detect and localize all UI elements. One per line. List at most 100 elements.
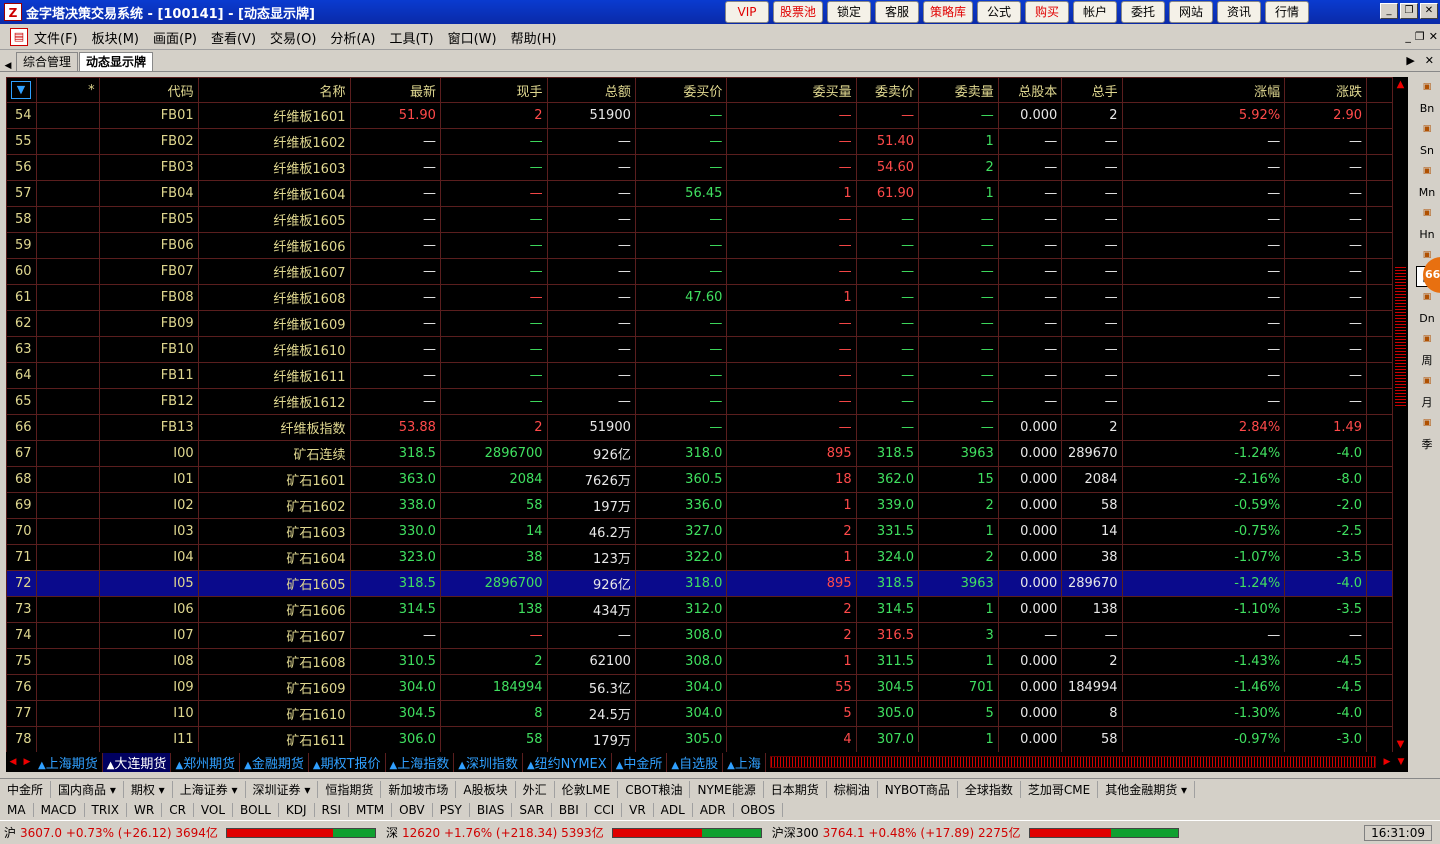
group-tab-0[interactable]: ▲上海期货 xyxy=(34,752,103,772)
table-row[interactable]: 59 FB06 纤维板1606— — — — — — — — — — — xyxy=(6,232,1393,259)
indicator-mtm[interactable]: MTM xyxy=(349,803,393,817)
column-header-6[interactable]: 委买价 xyxy=(634,77,728,103)
table-row[interactable]: 68 I01 矿石1601 363.0 2084 7626万 360.5 18 362.0 15 0… xyxy=(6,466,1393,493)
market-tab-12[interactable]: 日本期货 xyxy=(764,780,827,798)
group-tab-8[interactable]: ▲中金所 xyxy=(612,752,668,772)
table-row[interactable]: 74 I07 矿石1607— — —308.0 2 316.5 3— — — — xyxy=(6,622,1393,649)
indicator-sar[interactable]: SAR xyxy=(512,803,552,817)
chart-type-icon-6[interactable]: ▣ xyxy=(1416,329,1438,350)
top-button-10[interactable]: 资讯 xyxy=(1217,1,1262,23)
sh-index[interactable]: 沪 3607.0 +0.73% (+26.12) 3694亿 xyxy=(0,824,376,841)
column-header-9[interactable]: 委卖量 xyxy=(918,77,999,103)
hs300-index[interactable]: 沪深300 3764.1 +0.48% (+17.89) 2275亿 xyxy=(768,824,1179,841)
group-tab-4[interactable]: ▲期权T报价 xyxy=(309,752,386,772)
indicator-rsi[interactable]: RSI xyxy=(315,803,350,817)
indicator-vr[interactable]: VR xyxy=(622,803,654,817)
mdi-close-icon[interactable]: ✕ xyxy=(1429,30,1438,43)
tab-scroll-left-icon[interactable]: ◀ xyxy=(0,61,16,71)
table-row[interactable]: 70 I03 矿石1603 330.0 14 46.2万 327.0 2 331.5 1 0.000… xyxy=(6,518,1393,545)
period-button-7[interactable]: 月 xyxy=(1416,392,1438,413)
table-row[interactable]: 76 I09 矿石1609 304.0 184994 56.3亿 304.0 55 304.5 7… xyxy=(6,674,1393,701)
mdi-minimize-icon[interactable]: _ xyxy=(1405,30,1411,43)
market-tab-17[interactable]: 其他金融期货 ▾ xyxy=(1098,780,1196,798)
market-tab-16[interactable]: 芝加哥CME xyxy=(1021,780,1099,798)
group-tab-1[interactable]: ▲大连期货 xyxy=(102,752,172,772)
menu-item-0[interactable]: 文件(F) xyxy=(34,28,78,47)
restore-button[interactable]: ❐ xyxy=(1400,3,1418,19)
table-row[interactable]: 72 I05 矿石1605 318.5 2896700 926亿 318.0 895 318.5… xyxy=(6,570,1393,597)
market-tab-0[interactable]: 中金所 xyxy=(0,780,52,798)
column-header-8[interactable]: 委卖价 xyxy=(855,77,920,103)
hscroll-right-icon[interactable]: ▶ xyxy=(1380,757,1394,767)
top-button-9[interactable]: 网站 xyxy=(1169,1,1214,23)
top-button-6[interactable]: 购买 xyxy=(1025,1,1070,23)
indicator-boll[interactable]: BOLL xyxy=(233,803,279,817)
group-tab-2[interactable]: ▲郑州期货 xyxy=(171,752,241,772)
hscroll-down-icon[interactable]: ▼ xyxy=(1394,757,1408,767)
top-button-0[interactable]: VIP xyxy=(725,1,769,23)
menu-item-1[interactable]: 板块(M) xyxy=(92,28,139,47)
market-tab-1[interactable]: 国内商品 ▾ xyxy=(51,780,124,798)
chart-type-icon-0[interactable]: ▣ xyxy=(1416,77,1438,98)
scroll-up-icon[interactable]: ▲ xyxy=(1393,77,1408,92)
market-tab-3[interactable]: 上海证券 ▾ xyxy=(173,780,246,798)
table-row[interactable]: 58 FB05 纤维板1605— — — — — — — — — — — xyxy=(6,206,1393,233)
group-scroll-left-icon[interactable]: ◀ xyxy=(6,757,20,767)
top-button-1[interactable]: 股票池 xyxy=(773,1,824,23)
table-row[interactable]: 75 I08 矿石1608 310.5 2 62100 308.0 1 311.5 1 0.000 2… xyxy=(6,648,1393,675)
close-button[interactable]: ✕ xyxy=(1420,3,1438,19)
menu-item-6[interactable]: 工具(T) xyxy=(389,28,433,47)
indicator-bias[interactable]: BIAS xyxy=(470,803,513,817)
table-row[interactable]: 63 FB10 纤维板1610— — — — — — — — — — — xyxy=(6,336,1393,363)
market-tab-9[interactable]: 伦敦LME xyxy=(555,780,619,798)
column-header-7[interactable]: 委买量 xyxy=(726,77,857,103)
horizontal-scrollbar[interactable] xyxy=(769,756,1376,768)
table-row[interactable]: 64 FB11 纤维板1611— — — — — — — — — — — xyxy=(6,362,1393,389)
indicator-obos[interactable]: OBOS xyxy=(734,803,784,817)
tab-1[interactable]: 动态显示牌 xyxy=(79,52,154,71)
period-button-1[interactable]: Sn xyxy=(1416,140,1438,161)
market-tab-13[interactable]: 棕榈油 xyxy=(827,780,878,798)
tab-close-icon[interactable]: ✕ xyxy=(1425,54,1434,67)
menu-item-8[interactable]: 帮助(H) xyxy=(511,28,557,47)
market-tab-4[interactable]: 深圳证券 ▾ xyxy=(246,780,319,798)
group-tab-10[interactable]: ▲上海 xyxy=(723,752,766,772)
indicator-adl[interactable]: ADL xyxy=(654,803,693,817)
indicator-psy[interactable]: PSY xyxy=(433,803,470,817)
group-scroll-right-icon[interactable]: ▶ xyxy=(20,757,34,767)
mdi-restore-icon[interactable]: ❐ xyxy=(1415,30,1425,43)
column-header-11[interactable]: 总手 xyxy=(1061,77,1123,103)
table-row[interactable]: 61 FB08 纤维板1608— — —47.60 1— — — — — — xyxy=(6,284,1393,311)
top-button-3[interactable]: 客服 xyxy=(875,1,920,23)
vertical-scrollbar[interactable]: ▲ ▼ xyxy=(1393,77,1408,752)
group-tab-6[interactable]: ▲深圳指数 xyxy=(454,752,523,772)
group-tab-7[interactable]: ▲纽约NYMEX xyxy=(523,752,612,772)
period-button-8[interactable]: 季 xyxy=(1416,434,1438,455)
top-button-4[interactable]: 策略库 xyxy=(923,1,974,23)
market-tab-11[interactable]: NYME能源 xyxy=(690,780,764,798)
top-button-8[interactable]: 委托 xyxy=(1121,1,1166,23)
period-button-2[interactable]: Mn xyxy=(1416,182,1438,203)
indicator-cci[interactable]: CCI xyxy=(587,803,623,817)
indicator-obv[interactable]: OBV xyxy=(392,803,433,817)
market-tab-10[interactable]: CBOT粮油 xyxy=(618,780,691,798)
table-row[interactable]: 73 I06 矿石1606 314.5 138 434万 312.0 2 314.5 1 0.000… xyxy=(6,596,1393,623)
column-header-2[interactable]: 名称 xyxy=(197,77,351,103)
column-header-1[interactable]: 代码 xyxy=(98,77,199,103)
indicator-kdj[interactable]: KDJ xyxy=(279,803,315,817)
top-button-7[interactable]: 帐户 xyxy=(1073,1,1118,23)
table-row[interactable]: 71 I04 矿石1604 323.0 38 123万 322.0 1 324.0 2 0.000 3… xyxy=(6,544,1393,571)
period-button-3[interactable]: Hn xyxy=(1416,224,1438,245)
chart-type-icon-3[interactable]: ▣ xyxy=(1416,203,1438,224)
indicator-wr[interactable]: WR xyxy=(127,803,163,817)
indicator-cr[interactable]: CR xyxy=(162,803,194,817)
period-button-5[interactable]: Dn xyxy=(1416,308,1438,329)
column-header-13[interactable]: 涨跌 xyxy=(1284,77,1368,103)
indicator-ma[interactable]: MA xyxy=(0,803,34,817)
group-tab-5[interactable]: ▲上海指数 xyxy=(386,752,455,772)
indicator-adr[interactable]: ADR xyxy=(693,803,734,817)
table-row[interactable]: 62 FB09 纤维板1609— — — — — — — — — — — xyxy=(6,310,1393,337)
table-row[interactable]: 55 FB02 纤维板1602— — — — —51.40 1— — — — xyxy=(6,128,1393,155)
menu-item-7[interactable]: 窗口(W) xyxy=(448,28,497,47)
chart-type-icon-7[interactable]: ▣ xyxy=(1416,371,1438,392)
